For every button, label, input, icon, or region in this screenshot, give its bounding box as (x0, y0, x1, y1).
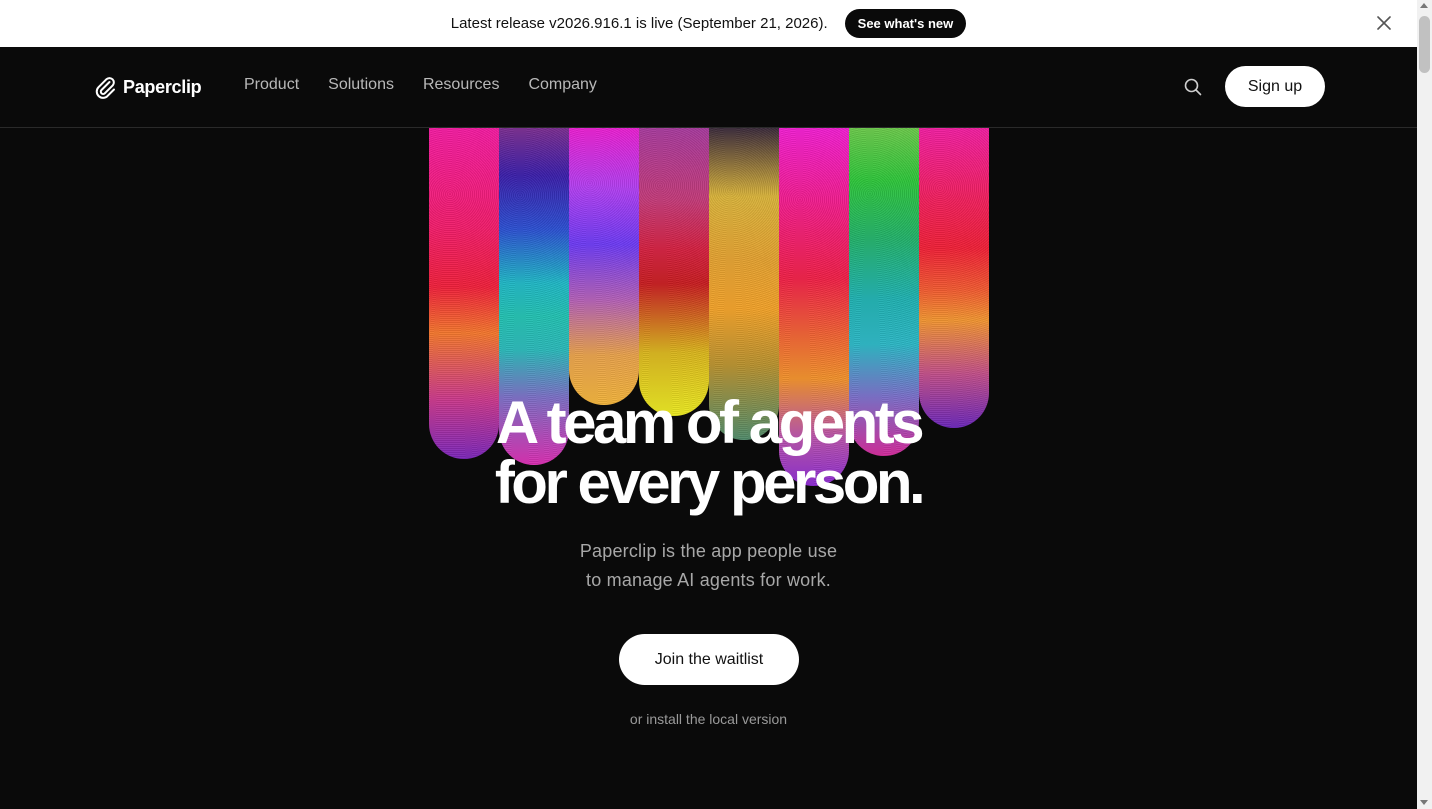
nav-link-product[interactable]: Product (244, 76, 299, 94)
nav-links: Product Solutions Resources Company (244, 76, 626, 94)
paperclip-icon (94, 75, 116, 99)
see-whats-new-button[interactable]: See what's new (844, 9, 967, 38)
scroll-down-arrow-icon[interactable] (1420, 800, 1428, 805)
hero-subtitle: Paperclip is the app people use to manag… (0, 537, 1417, 595)
banner-text: Latest release v2026.916.1 is live (Sept… (450, 15, 828, 32)
search-icon[interactable] (1183, 77, 1203, 97)
hero-subtitle-line-2: to manage AI agents for work. (586, 570, 831, 590)
sign-up-button[interactable]: Sign up (1225, 66, 1325, 107)
gradient-bar (569, 128, 639, 405)
brand-name: Paperclip (123, 76, 202, 97)
nav-link-resources[interactable]: Resources (423, 76, 499, 94)
page-scrollbar[interactable] (1417, 0, 1432, 809)
announcement-banner: Latest release v2026.916.1 is live (Sept… (0, 0, 1417, 47)
gradient-bar (919, 128, 989, 428)
nav-link-solutions[interactable]: Solutions (328, 76, 394, 94)
top-navbar: Paperclip Product Solutions Resources Co… (0, 47, 1417, 128)
join-waitlist-button[interactable]: Join the waitlist (619, 634, 799, 685)
brand-logo[interactable]: Paperclip (94, 75, 202, 99)
hero-title-line-1: A team of agents (495, 389, 925, 456)
scroll-up-arrow-icon[interactable] (1420, 3, 1428, 8)
gradient-bar (639, 128, 709, 416)
hero-title: A team of agents for every person. (0, 393, 1417, 513)
hero-subtitle-line-1: Paperclip is the app people use (579, 541, 838, 561)
hero-title-line-2: for every person. (494, 449, 926, 516)
nav-link-company[interactable]: Company (528, 76, 596, 94)
scrollbar-thumb[interactable] (1419, 16, 1430, 73)
install-local-link[interactable]: or install the local version (0, 711, 1417, 727)
close-icon[interactable] (1375, 14, 1393, 32)
